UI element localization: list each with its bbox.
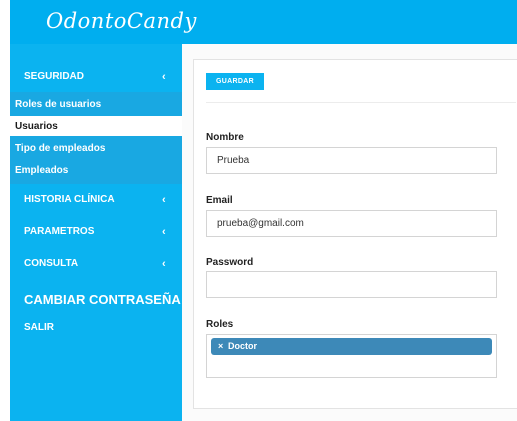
top-header: OdontoCandy bbox=[10, 0, 517, 44]
submenu-item-label: Empleados bbox=[15, 165, 69, 176]
sidebar-item-cambiar-contrasena[interactable]: CAMBIAR CONTRASEÑA bbox=[10, 290, 182, 312]
submenu-item-label: Tipo de empleados bbox=[15, 143, 106, 154]
submenu-item-empleados[interactable]: Empleados bbox=[10, 160, 182, 180]
email-input[interactable] bbox=[206, 210, 497, 237]
submenu-item-label: Roles de usuarios bbox=[15, 99, 102, 110]
main-content: GUARDAR Nombre Email Password Roles × Do… bbox=[182, 44, 517, 421]
email-label: Email bbox=[206, 195, 233, 206]
submenu-item-tipo-de-empleados[interactable]: Tipo de empleados bbox=[10, 138, 182, 158]
nombre-input[interactable] bbox=[206, 147, 497, 174]
role-chip: × Doctor bbox=[211, 338, 492, 355]
roles-label: Roles bbox=[206, 319, 234, 330]
password-input[interactable] bbox=[206, 271, 497, 298]
sidebar-item-historia-clinica[interactable]: HISTORIA CLÍNICA ‹ bbox=[10, 190, 182, 212]
divider bbox=[206, 102, 516, 103]
sidebar-item-salir[interactable]: SALIR bbox=[10, 318, 182, 340]
sidebar-item-label: SEGURIDAD bbox=[24, 71, 85, 82]
submenu-item-label: Usuarios bbox=[15, 121, 58, 132]
chevron-left-icon: ‹ bbox=[162, 71, 166, 83]
submenu-item-usuarios[interactable]: Usuarios bbox=[10, 116, 182, 136]
sidebar-item-parametros[interactable]: PARAMETROS ‹ bbox=[10, 222, 182, 244]
roles-multiselect[interactable]: × Doctor bbox=[206, 334, 497, 378]
sidebar-item-consulta[interactable]: CONSULTA ‹ bbox=[10, 254, 182, 276]
sidebar-item-label: HISTORIA CLÍNICA bbox=[24, 194, 115, 205]
submenu-item-roles-de-usuarios[interactable]: Roles de usuarios bbox=[10, 94, 182, 114]
sidebar-item-label: PARAMETROS bbox=[24, 226, 95, 237]
chevron-left-icon: ‹ bbox=[162, 226, 166, 238]
sidebar-item-label: SALIR bbox=[24, 322, 54, 333]
chevron-left-icon: ‹ bbox=[162, 258, 166, 270]
sidebar: SEGURIDAD ‹ Roles de usuarios Usuarios T… bbox=[10, 44, 182, 421]
role-chip-label: Doctor bbox=[228, 341, 257, 351]
user-form-panel: GUARDAR Nombre Email Password Roles × Do… bbox=[193, 59, 517, 409]
sidebar-item-seguridad[interactable]: SEGURIDAD ‹ bbox=[10, 64, 182, 88]
nombre-label: Nombre bbox=[206, 132, 244, 143]
seguridad-submenu: Roles de usuarios Usuarios Tipo de emple… bbox=[10, 92, 182, 184]
save-button[interactable]: GUARDAR bbox=[206, 73, 264, 90]
password-label: Password bbox=[206, 257, 254, 268]
app-logo[interactable]: OdontoCandy bbox=[46, 9, 197, 33]
chevron-left-icon: ‹ bbox=[162, 194, 166, 206]
remove-role-icon[interactable]: × bbox=[218, 341, 223, 351]
sidebar-item-label: CAMBIAR CONTRASEÑA bbox=[24, 292, 181, 307]
sidebar-item-label: CONSULTA bbox=[24, 258, 79, 269]
